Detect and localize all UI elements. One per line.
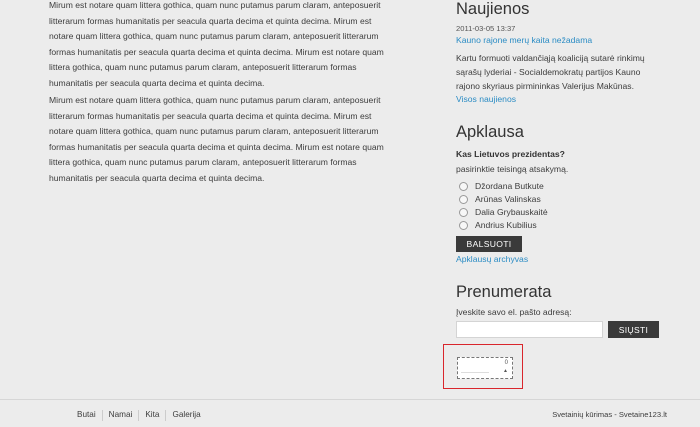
send-button[interactable]: SIŲSTI (608, 321, 659, 338)
poll-option-label: Andrius Kubilius (475, 220, 537, 230)
arrow-up-icon[interactable]: ▲ (503, 368, 508, 374)
radio-button[interactable] (459, 181, 468, 191)
poll-option[interactable]: Arūnas Valinskas (459, 193, 541, 205)
news-summary: Kartu formuoti valdančiąją koaliciją sut… (456, 53, 645, 91)
poll-hint: pasirinktie teisingą atsakymą. (456, 164, 569, 174)
subscribe-label: Įveskite savo el. pašto adresą: (456, 307, 572, 317)
poll-option-label: Dalia Grybauskaitė (475, 207, 548, 217)
radio-button[interactable] (459, 207, 468, 217)
highlighted-widget-frame: 0 ▲ (443, 344, 523, 389)
counter-widget[interactable]: 0 ▲ (457, 357, 513, 379)
news-headline-link[interactable]: Kauno rajone merų kaita nežadama (456, 35, 592, 45)
vote-button[interactable]: BALSUOTI (456, 236, 522, 252)
footer-credit-link[interactable]: Svetainių kūrimas - Svetaine123.lt (552, 410, 667, 419)
footer-link-galerija[interactable]: Galerija (166, 410, 206, 421)
poll-heading: Apklausa (456, 123, 524, 141)
footer-link-butai[interactable]: Butai (71, 410, 102, 421)
widget-divider (461, 372, 489, 373)
poll-option-label: Džordana Butkute (475, 181, 544, 191)
footer-link-namai[interactable]: Namai (103, 410, 139, 421)
news-heading: Naujienos (456, 0, 530, 18)
poll-archive-link[interactable]: Apklausų archyvas (456, 254, 528, 264)
email-field[interactable] (456, 321, 603, 338)
poll-option[interactable]: Andrius Kubilius (459, 219, 537, 231)
content-paragraph: Mirum est notare quam littera gothica, q… (49, 0, 384, 88)
radio-button[interactable] (459, 194, 468, 204)
poll-option[interactable]: Džordana Butkute (459, 180, 544, 192)
poll-option[interactable]: Dalia Grybauskaitė (459, 206, 548, 218)
content-paragraph: Mirum est notare quam littera gothica, q… (49, 95, 384, 183)
widget-count: 0 (504, 360, 508, 366)
poll-option-label: Arūnas Valinskas (475, 194, 541, 204)
footer-nav: Butai Namai Kita Galerija (71, 410, 207, 421)
main-content: Mirum est notare quam littera gothica, q… (49, 0, 394, 188)
news-date: 2011-03-05 13:37 (456, 24, 516, 33)
all-news-link[interactable]: Visos naujienos (456, 94, 516, 104)
radio-button[interactable] (459, 220, 468, 230)
poll-question: Kas Lietuvos prezidentas? (456, 149, 565, 159)
subscribe-heading: Prenumerata (456, 283, 552, 301)
footer-link-kita[interactable]: Kita (139, 410, 165, 421)
footer: Butai Namai Kita Galerija Svetainių kūri… (0, 399, 700, 427)
